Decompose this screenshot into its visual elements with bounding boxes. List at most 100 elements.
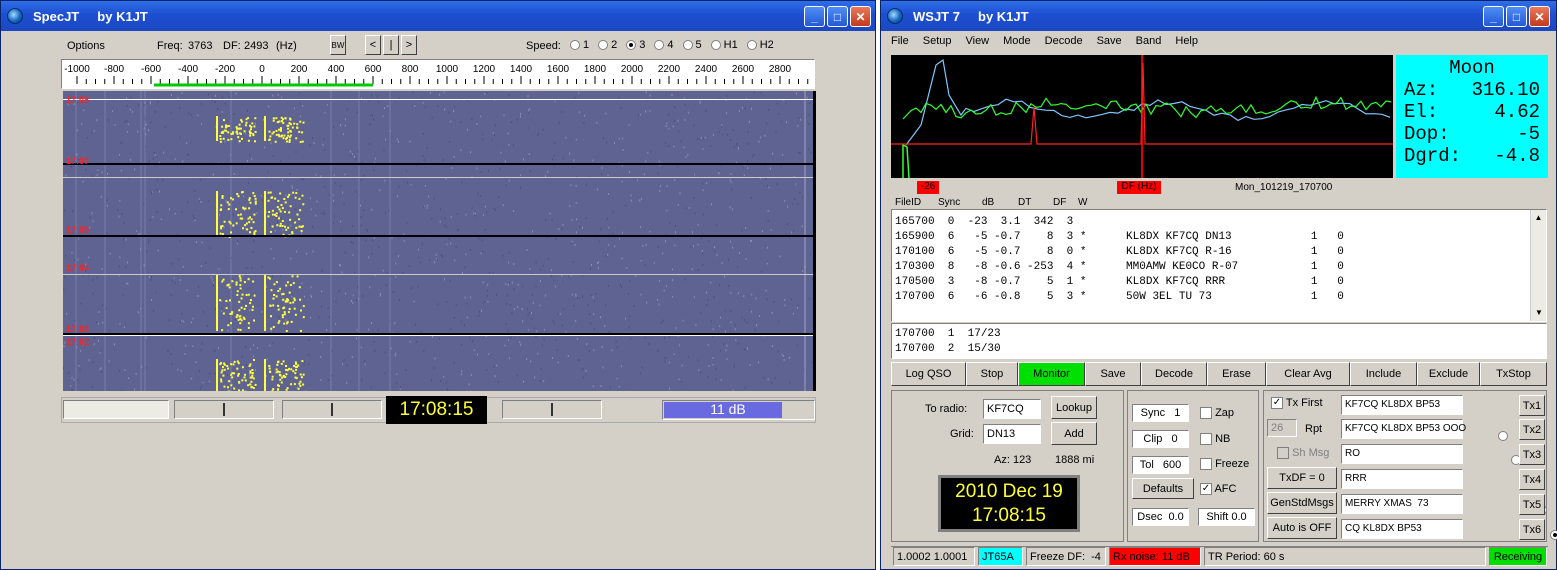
tol-field[interactable]: Tol 600 [1132, 456, 1189, 474]
menu-mode[interactable]: Mode [1003, 35, 1039, 47]
decode-scrollbar[interactable]: ▲ ▼ [1530, 210, 1546, 321]
decode-row[interactable]: 170500 3 -8 -0.7 5 1 * KL8DX KF7CQ RRR 1… [895, 275, 1344, 290]
sh-msg-checkbox[interactable]: Sh Msg [1277, 447, 1329, 460]
gain-slider[interactable] [502, 400, 602, 419]
save-button[interactable]: Save [1085, 362, 1141, 386]
noise-speck [87, 136, 89, 139]
erase-button[interactable]: Erase [1207, 362, 1266, 386]
maximize-button[interactable]: □ [1506, 6, 1527, 27]
tx-message-4-input[interactable]: RRR [1341, 469, 1463, 489]
tx-first-checkbox[interactable]: ✓ Tx First [1271, 397, 1323, 410]
menu-view[interactable]: View [965, 35, 997, 47]
close-button[interactable]: ✕ [850, 6, 871, 27]
waterfall-display[interactable]: 17:08 17:07 17:05 17:04 17:03 17:02 [63, 91, 813, 391]
options-menu[interactable]: Options [67, 40, 105, 52]
noise-speck [565, 330, 567, 333]
noise-speck [152, 216, 154, 218]
speed-option-4[interactable]: 4 [654, 39, 674, 51]
freeze-checkbox[interactable]: Freeze [1200, 458, 1249, 471]
tx-message-5-input[interactable]: MERRY XMAS 73 [1341, 494, 1463, 514]
tx-5-button[interactable]: Tx5 [1519, 494, 1545, 515]
decode-row[interactable]: 165700 0 -23 3.1 342 3 [895, 215, 1344, 230]
noise-speck [234, 318, 236, 321]
decode-list[interactable]: 165700 0 -23 3.1 342 3 165900 6 -5 -0.7 8… [891, 209, 1547, 322]
tx-2-button[interactable]: Tx2 [1519, 419, 1545, 440]
menu-file[interactable]: File [891, 35, 917, 47]
contrast-slider[interactable] [282, 400, 382, 419]
to-radio-input[interactable]: KF7CQ [983, 399, 1041, 419]
frequency-scale[interactable]: -1000 -800 -600 -400 -200 0 200 400 600 800 1000 12… [61, 59, 815, 89]
bw-button[interactable]: BW [330, 35, 346, 55]
average-row[interactable]: 170700 2 15/30 [895, 342, 1001, 357]
zap-checkbox[interactable]: Zap [1200, 407, 1234, 420]
tx-message-1-input[interactable]: KF7CQ KL8DX BP53 [1341, 395, 1463, 415]
monitor-button[interactable]: Monitor [1018, 362, 1085, 386]
log-qso-button[interactable]: Log QSO [891, 362, 966, 386]
gen-std-msgs-button[interactable]: GenStdMsgs [1267, 492, 1337, 514]
sync-field[interactable]: Sync 1 [1132, 404, 1189, 422]
minimize-button[interactable]: _ [804, 6, 825, 27]
tx-message-2-input[interactable]: KF7CQ KL8DX BP53 OOO [1341, 419, 1466, 439]
defaults-button[interactable]: Defaults [1132, 478, 1194, 499]
scroll-up-icon[interactable]: ▲ [1531, 210, 1546, 226]
average-list[interactable]: 170700 1 17/23 170700 2 15/30 [891, 323, 1547, 359]
auto-button[interactable]: Auto is OFF [1267, 517, 1337, 539]
specjt-titlebar[interactable]: SpecJT by K1JT _ □ ✕ [1, 1, 875, 31]
shift-field[interactable]: Shift 0.0 [1198, 508, 1255, 526]
menu-band[interactable]: Band [1136, 35, 1170, 47]
speed-option-3[interactable]: 3 [626, 39, 645, 51]
txdf-button[interactable]: TxDF = 0 [1267, 467, 1337, 489]
include-button[interactable]: Include [1350, 362, 1417, 386]
tx-6-button[interactable]: Tx6 [1519, 519, 1545, 540]
speed-option-H1[interactable]: H1 [710, 39, 738, 51]
speed-option-H2[interactable]: H2 [746, 39, 774, 51]
lookup-button[interactable]: Lookup [1051, 396, 1097, 419]
close-button[interactable]: ✕ [1529, 6, 1550, 27]
add-button[interactable]: Add [1051, 422, 1097, 445]
decode-row[interactable]: 165900 6 -5 -0.7 8 3 * KL8DX KF7CQ DN13 … [895, 230, 1344, 245]
decode-button[interactable]: Decode [1141, 362, 1207, 386]
noise-speck [541, 344, 543, 347]
tx-message-6-input[interactable]: CQ KL8DX BP53 [1341, 519, 1463, 539]
nav-center-button[interactable]: | [383, 35, 399, 55]
tx-1-button[interactable]: Tx1 [1519, 395, 1545, 416]
decode-row[interactable]: 170700 6 -6 -0.8 5 3 * 50W 3EL TU 73 1 0 [895, 290, 1344, 305]
tx-4-button[interactable]: Tx4 [1519, 469, 1545, 490]
grid-input[interactable]: DN13 [983, 424, 1041, 444]
tx-3-button[interactable]: Tx3 [1519, 444, 1545, 465]
stop-button[interactable]: Stop [966, 362, 1018, 386]
noise-speck [410, 287, 412, 290]
nav-left-button[interactable]: < [365, 35, 381, 55]
maximize-button[interactable]: □ [827, 6, 848, 27]
average-row[interactable]: 170700 1 17/23 [895, 327, 1001, 342]
tx-5-radio-icon[interactable] [1550, 530, 1557, 541]
wsjt-titlebar[interactable]: WSJT 7 by K1JT _ □ ✕ [881, 1, 1556, 31]
decode-row[interactable]: 170100 6 -5 -0.7 8 0 * KL8DX KF7CQ R-16 … [895, 245, 1344, 260]
noise-speck [201, 342, 203, 345]
speed-option-5[interactable]: 5 [682, 39, 702, 51]
brightness-slider[interactable] [174, 400, 274, 419]
speed-option-1[interactable]: 1 [570, 39, 589, 51]
minimize-button[interactable]: _ [1483, 6, 1504, 27]
clear-avg-button[interactable]: Clear Avg [1266, 362, 1350, 386]
dsec-field[interactable]: Dsec 0.0 [1132, 508, 1189, 526]
decode-row[interactable]: 170300 8 -8 -0.6 -253 4 * MM0AMW KE0CO R… [895, 260, 1344, 275]
menu-setup[interactable]: Setup [923, 35, 960, 47]
spectrum-graph[interactable] [891, 55, 1393, 179]
menu-save[interactable]: Save [1097, 35, 1130, 47]
clip-field[interactable]: Clip 0 [1132, 430, 1189, 448]
afc-checkbox[interactable]: ✓ AFC [1200, 483, 1236, 496]
nav-right-button[interactable]: > [401, 35, 417, 55]
noise-speck [615, 340, 617, 343]
rpt-field[interactable]: 26 [1267, 419, 1297, 437]
nb-checkbox[interactable]: NB [1200, 433, 1230, 446]
menu-help[interactable]: Help [1175, 35, 1206, 47]
speed-option-2[interactable]: 2 [598, 39, 617, 51]
exclude-button[interactable]: Exclude [1417, 362, 1480, 386]
signal-tone [275, 281, 278, 284]
signal-tone [221, 195, 224, 197]
menu-decode[interactable]: Decode [1045, 35, 1091, 47]
scroll-down-icon[interactable]: ▼ [1531, 305, 1546, 321]
tx-message-3-input[interactable]: RO [1341, 444, 1463, 464]
txstop-button[interactable]: TxStop [1480, 362, 1547, 386]
